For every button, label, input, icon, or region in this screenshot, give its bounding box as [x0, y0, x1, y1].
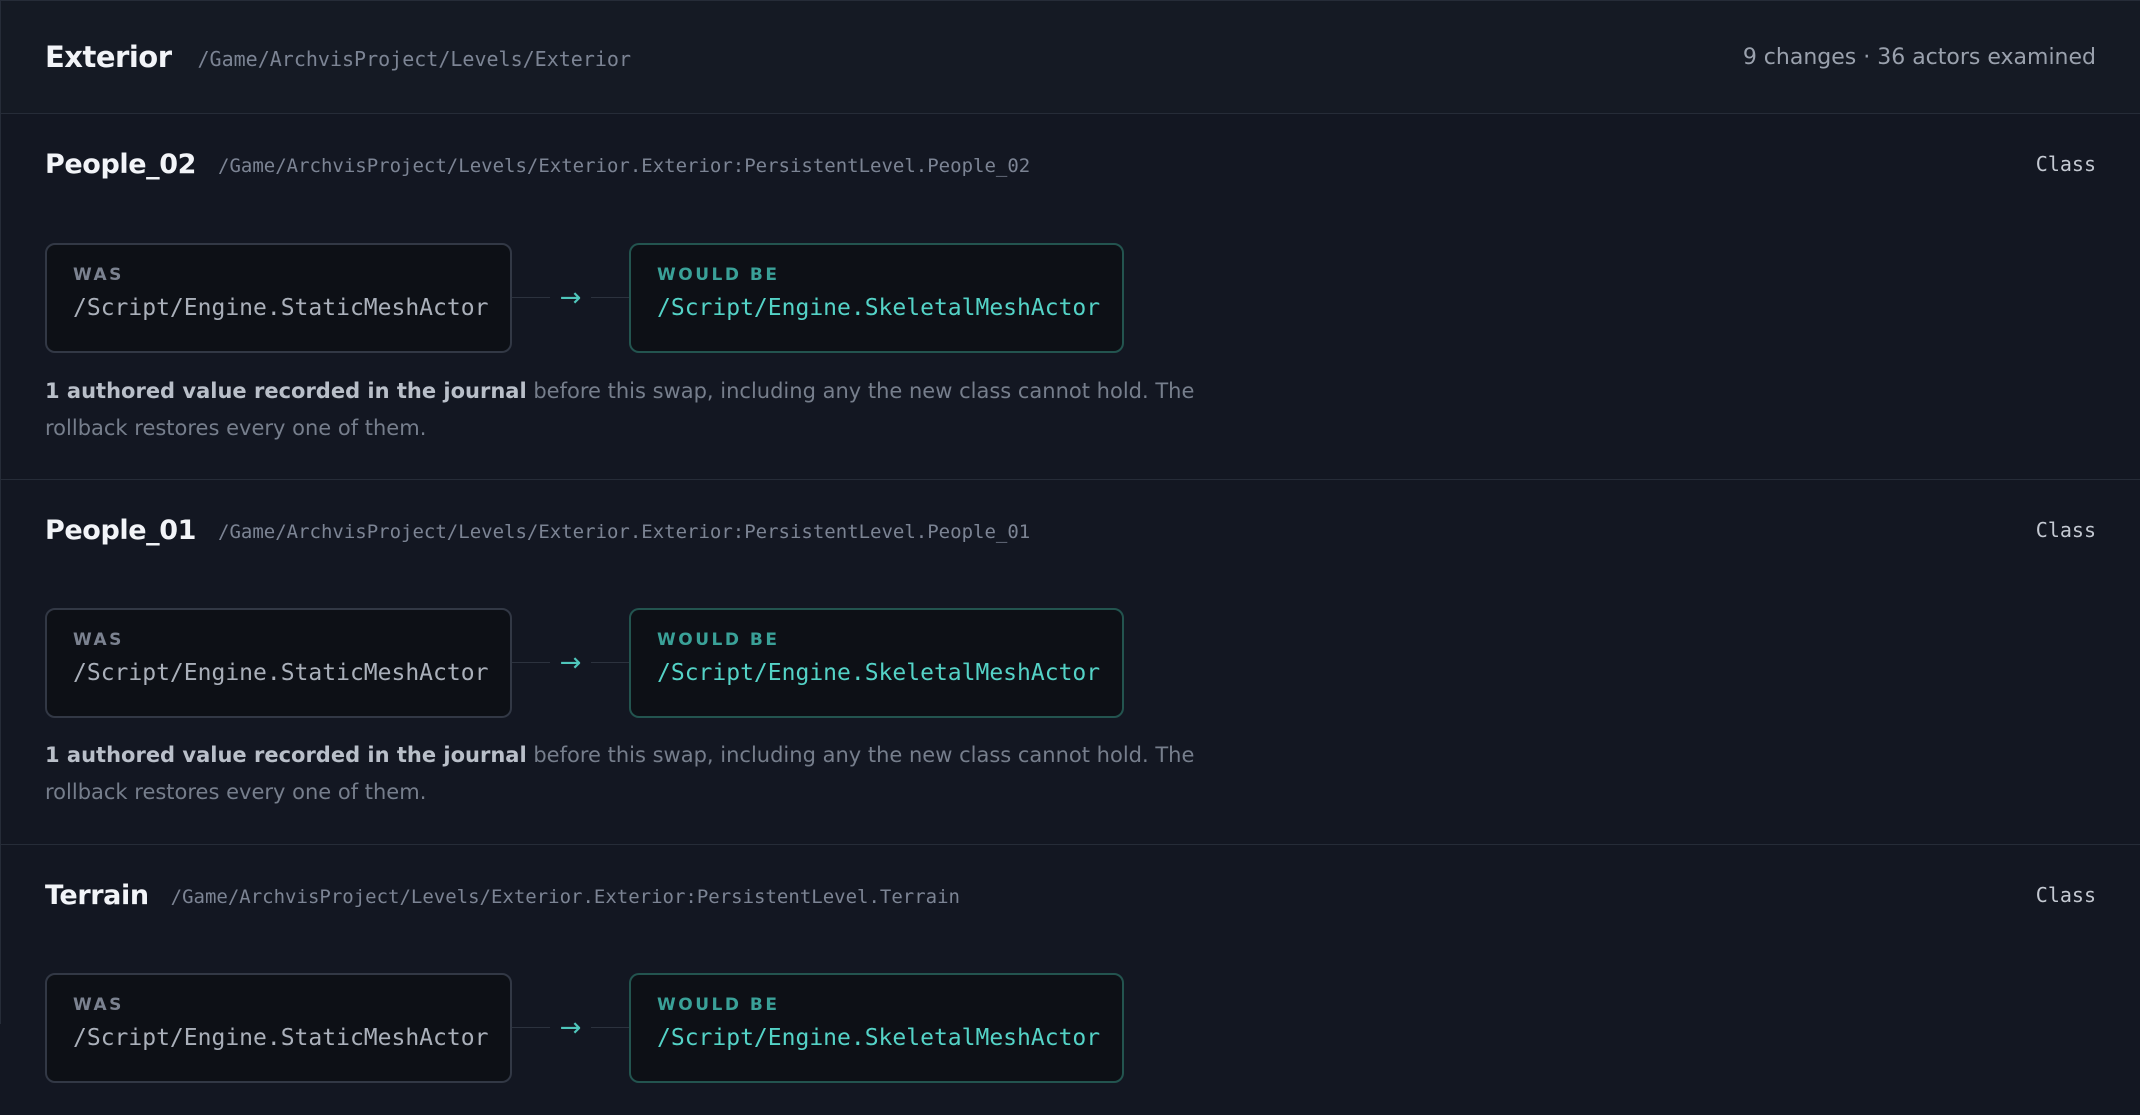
- change-review-panel: Exterior /Game/ArchvisProject/Levels/Ext…: [0, 0, 2140, 1083]
- was-box: WAS /Script/Engine.StaticMeshActor: [45, 608, 512, 718]
- actor-name: People_02: [45, 148, 197, 180]
- change-header: People_02 /Game/ArchvisProject/Levels/Ex…: [45, 144, 2096, 184]
- was-label: WAS: [73, 265, 124, 285]
- level-title: Exterior: [45, 40, 172, 74]
- actor-name: Terrain: [45, 879, 149, 911]
- was-class: /Script/Engine.StaticMeshActor: [73, 660, 489, 686]
- journal-note-strong: 1 authored value recorded in the journal: [45, 379, 527, 403]
- was-label: WAS: [73, 630, 124, 650]
- arrow-right-icon: →: [549, 285, 592, 311]
- actor-path: /Game/ArchvisProject/Levels/Exterior.Ext…: [218, 154, 1031, 177]
- change-item: Terrain /Game/ArchvisProject/Levels/Exte…: [1, 875, 2140, 1115]
- would-be-label: WOULD BE: [657, 630, 780, 650]
- actor-path: /Game/ArchvisProject/Levels/Exterior.Ext…: [170, 885, 960, 908]
- would-be-label: WOULD BE: [657, 265, 780, 285]
- swap-connector: →: [512, 973, 629, 1083]
- would-be-class: /Script/Engine.SkeletalMeshActor: [657, 660, 1101, 686]
- class-swap: WAS /Script/Engine.StaticMeshActor → WOU…: [45, 243, 1124, 353]
- swap-connector: →: [512, 608, 629, 718]
- journal-note: 1 authored value recorded in the journal…: [45, 737, 1205, 811]
- was-class: /Script/Engine.StaticMeshActor: [73, 1025, 489, 1051]
- was-box: WAS /Script/Engine.StaticMeshActor: [45, 243, 512, 353]
- was-label: WAS: [73, 995, 124, 1015]
- change-header: Terrain /Game/ArchvisProject/Levels/Exte…: [45, 875, 2096, 915]
- journal-note: 1 authored value recorded in the journal…: [45, 373, 1205, 447]
- class-swap: WAS /Script/Engine.StaticMeshActor → WOU…: [45, 973, 1124, 1083]
- change-item: People_02 /Game/ArchvisProject/Levels/Ex…: [1, 144, 2140, 480]
- journal-note-strong: 1 authored value recorded in the journal: [45, 743, 527, 767]
- would-be-box: WOULD BE /Script/Engine.SkeletalMeshActo…: [629, 243, 1124, 353]
- would-be-box: WOULD BE /Script/Engine.SkeletalMeshActo…: [629, 973, 1124, 1083]
- class-swap: WAS /Script/Engine.StaticMeshActor → WOU…: [45, 608, 1124, 718]
- was-box: WAS /Script/Engine.StaticMeshActor: [45, 973, 512, 1083]
- actor-name: People_01: [45, 514, 197, 546]
- swap-connector: →: [512, 243, 629, 353]
- change-kind: Class: [2035, 883, 2096, 907]
- level-header: Exterior /Game/ArchvisProject/Levels/Ext…: [1, 1, 2140, 114]
- would-be-class: /Script/Engine.SkeletalMeshActor: [657, 1025, 1101, 1051]
- change-kind: Class: [2035, 518, 2096, 542]
- change-summary: 9 changes · 36 actors examined: [1742, 44, 2096, 70]
- would-be-label: WOULD BE: [657, 995, 780, 1015]
- change-kind: Class: [2035, 152, 2096, 176]
- actor-path: /Game/ArchvisProject/Levels/Exterior.Ext…: [218, 520, 1031, 543]
- level-path: /Game/ArchvisProject/Levels/Exterior: [197, 47, 631, 71]
- would-be-box: WOULD BE /Script/Engine.SkeletalMeshActo…: [629, 608, 1124, 718]
- change-item: People_01 /Game/ArchvisProject/Levels/Ex…: [1, 510, 2140, 845]
- change-header: People_01 /Game/ArchvisProject/Levels/Ex…: [45, 510, 2096, 550]
- was-class: /Script/Engine.StaticMeshActor: [73, 295, 489, 321]
- arrow-right-icon: →: [549, 1015, 592, 1041]
- would-be-class: /Script/Engine.SkeletalMeshActor: [657, 295, 1101, 321]
- arrow-right-icon: →: [549, 650, 592, 676]
